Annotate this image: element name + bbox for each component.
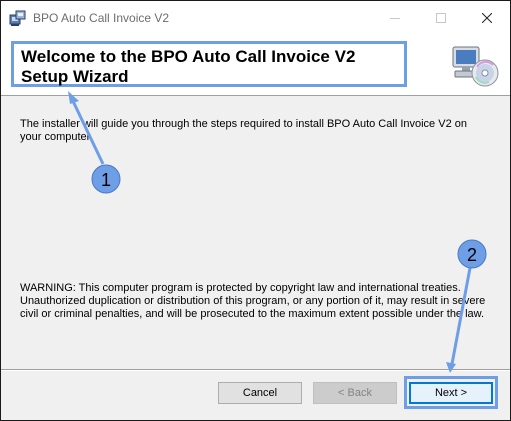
minimize-button[interactable]: [372, 1, 418, 35]
close-button[interactable]: [464, 1, 510, 35]
next-button[interactable]: Next >: [409, 382, 493, 404]
intro-text: The installer will guide you through the…: [20, 118, 467, 143]
setup-wizard-window: BPO Auto Call Invoice V2 Welcome to the …: [0, 0, 511, 421]
wizard-body: The installer will guide you through the…: [1, 96, 510, 367]
copyright-warning-text: WARNING: This computer program is protec…: [20, 282, 486, 320]
footer-divider-highlight: [1, 370, 510, 371]
maximize-icon: [436, 13, 446, 23]
back-button[interactable]: < Back: [313, 382, 397, 404]
maximize-button[interactable]: [418, 1, 464, 35]
cancel-button[interactable]: Cancel: [218, 382, 302, 404]
minimize-icon: [390, 18, 400, 19]
title-bar[interactable]: BPO Auto Call Invoice V2: [1, 1, 510, 35]
wizard-title: Welcome to the BPO Auto Call Invoice V2 …: [11, 41, 407, 87]
wizard-header: Welcome to the BPO Auto Call Invoice V2 …: [1, 35, 510, 96]
installer-cd-computer-icon: [452, 46, 499, 87]
close-icon: [482, 13, 492, 23]
window-title: BPO Auto Call Invoice V2: [33, 11, 170, 25]
installer-app-icon: [9, 10, 26, 26]
